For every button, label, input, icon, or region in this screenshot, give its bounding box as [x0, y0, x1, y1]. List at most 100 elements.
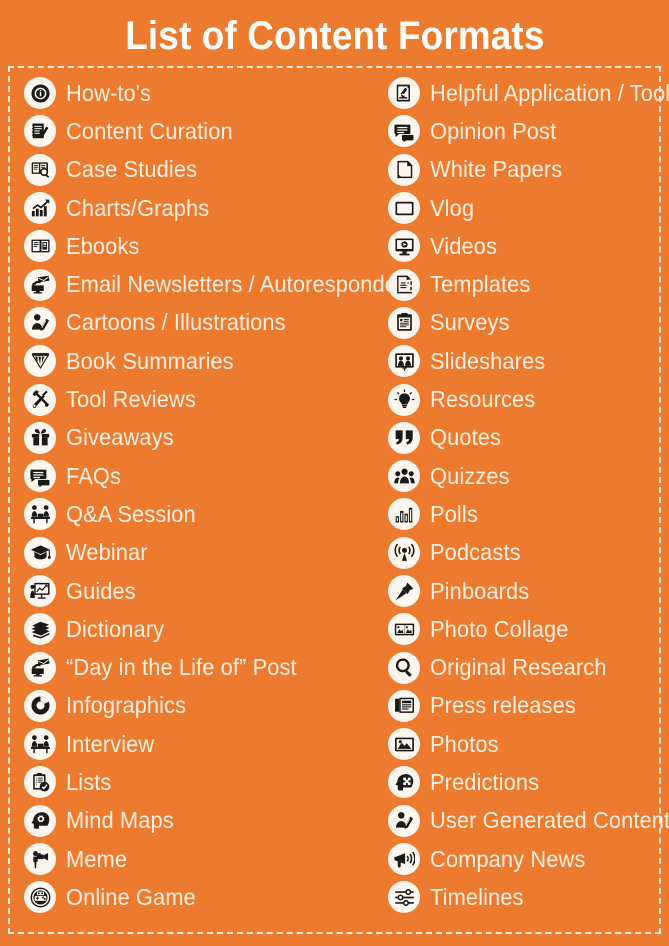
- list-item-label: Opinion Post: [430, 117, 557, 144]
- list-item-label: Content Curation: [66, 117, 233, 144]
- list-item-label: Meme: [66, 845, 128, 872]
- right-column: Helpful Application / Tool Opinion Post Wh…: [388, 74, 669, 932]
- magnifier-icon: [388, 651, 420, 684]
- list-item[interactable]: Surveys: [388, 304, 659, 342]
- list-item-label: Book Summaries: [66, 347, 234, 374]
- picture-mountain-icon: [388, 728, 420, 761]
- list-item[interactable]: Photo Collage: [388, 610, 659, 648]
- monitor-hand-letter-icon: [24, 651, 56, 684]
- list-item-label: Quizzes: [430, 462, 510, 489]
- list-item-label: “Day in the Life of” Post: [66, 654, 297, 681]
- header: List of Content Formats: [0, 0, 669, 72]
- list-item[interactable]: Interview: [24, 725, 388, 763]
- open-book-icon: [24, 230, 56, 263]
- notepad-pencil-icon: [24, 115, 56, 148]
- list-item[interactable]: Ebooks: [24, 227, 388, 265]
- list-item-label: Cartoons / Illustrations: [66, 309, 286, 336]
- list-item[interactable]: Podcasts: [388, 534, 659, 572]
- list-item[interactable]: Original Research: [388, 648, 659, 686]
- list-item[interactable]: Charts/Graphs: [24, 189, 388, 227]
- person-drawing-icon: [388, 804, 420, 837]
- list-item[interactable]: Guides: [24, 572, 388, 610]
- stacked-books-icon: [24, 613, 56, 646]
- list-item[interactable]: Content Curation: [24, 112, 388, 150]
- list-item[interactable]: Opinion Post: [388, 112, 659, 150]
- newspaper-icon: [388, 689, 420, 722]
- list-item[interactable]: How-to's: [24, 74, 388, 112]
- gift-box-icon: [24, 421, 56, 454]
- list-item[interactable]: Timelines: [388, 878, 659, 916]
- megaphone-icon: [388, 843, 420, 876]
- page-title: List of Content Formats: [124, 13, 545, 58]
- list-item[interactable]: Quotes: [388, 419, 659, 457]
- list-item[interactable]: Pinboards: [388, 572, 659, 610]
- list-item[interactable]: Email Newsletters / Autoresponders: [24, 265, 415, 303]
- list-item[interactable]: Vlog: [388, 189, 659, 227]
- microscope-document-icon: [388, 77, 420, 110]
- list-item[interactable]: Mind Maps: [24, 802, 388, 840]
- list-item[interactable]: Helpful Application / Tool: [388, 74, 669, 112]
- list-item[interactable]: Case Studies: [24, 151, 388, 189]
- monitor-play-icon: [388, 230, 420, 263]
- push-pin-icon: [388, 575, 420, 607]
- list-item-label: Vlog: [430, 194, 475, 221]
- bar-chart-arrow-icon: [24, 192, 56, 225]
- list-item[interactable]: Webinar: [24, 534, 388, 572]
- list-item-label: Quotes: [430, 424, 502, 451]
- list-item[interactable]: FAQs: [24, 457, 388, 495]
- monitor-hand-letter-icon: [24, 268, 56, 301]
- list-item-label: User Generated Content: [430, 807, 669, 834]
- list-item[interactable]: Infographics: [24, 687, 388, 725]
- list-item[interactable]: Q&A Session: [24, 495, 388, 533]
- list-item[interactable]: White Papers: [388, 151, 659, 189]
- clipboard-lines-icon: [388, 306, 420, 339]
- list-item[interactable]: Quizzes: [388, 457, 659, 495]
- lightbulb-icon: [388, 383, 420, 416]
- list-item[interactable]: Polls: [388, 495, 659, 533]
- list-item[interactable]: Giveaways: [24, 419, 388, 457]
- projector-screen-people-icon: [388, 345, 420, 378]
- document-page-icon: [388, 153, 420, 186]
- two-people-table-icon: [24, 728, 56, 761]
- list-item[interactable]: Predictions: [388, 763, 659, 801]
- book-magnifier-icon: [24, 153, 56, 186]
- list-item-label: Company News: [430, 845, 586, 872]
- presenter-board-icon: [24, 575, 56, 607]
- list-item-label: Surveys: [430, 309, 510, 336]
- photo-frames-icon: [388, 613, 420, 646]
- list-item-label: Pinboards: [430, 577, 530, 604]
- list-item[interactable]: Slideshares: [388, 342, 659, 380]
- list-item-label: Dictionary: [66, 615, 165, 642]
- gamepad-circle-icon: [24, 881, 56, 914]
- quotation-marks-icon: [388, 421, 420, 454]
- person-drawing-icon: [24, 306, 56, 339]
- list-item[interactable]: Photos: [388, 725, 659, 763]
- list-item[interactable]: Book Summaries: [24, 342, 388, 380]
- list-item-label: Giveaways: [66, 424, 174, 451]
- list-item[interactable]: Meme: [24, 840, 388, 878]
- list-item[interactable]: Cartoons / Illustrations: [24, 304, 388, 342]
- list-item[interactable]: Lists: [24, 763, 388, 801]
- list-item-label: Tool Reviews: [66, 386, 196, 413]
- list-item[interactable]: User Generated Content: [388, 802, 669, 840]
- list-item-label: Original Research: [430, 654, 607, 681]
- list-item-label: Charts/Graphs: [66, 194, 210, 221]
- list-item[interactable]: Company News: [388, 840, 659, 878]
- content-formats-panel: How-to's Content Curation Case Studies Char…: [8, 66, 669, 934]
- list-item[interactable]: Online Game: [24, 878, 388, 916]
- list-item-label: Guides: [66, 577, 136, 604]
- list-item[interactable]: Resources: [388, 380, 659, 418]
- list-item[interactable]: Press releases: [388, 687, 659, 725]
- list-item[interactable]: Videos: [388, 227, 659, 265]
- person-camera-icon: [24, 843, 56, 876]
- list-item-label: Predictions: [430, 768, 540, 795]
- list-item[interactable]: Dictionary: [24, 610, 388, 648]
- graduation-cap-icon: [24, 536, 56, 569]
- list-item[interactable]: Templates: [388, 265, 659, 303]
- left-column: How-to's Content Curation Case Studies Char…: [10, 74, 415, 932]
- list-item[interactable]: Tool Reviews: [24, 380, 388, 418]
- list-item-label: Infographics: [66, 692, 187, 719]
- list-item-label: Polls: [430, 500, 478, 527]
- list-item-label: Ebooks: [66, 232, 140, 259]
- list-item[interactable]: “Day in the Life of” Post: [24, 648, 388, 686]
